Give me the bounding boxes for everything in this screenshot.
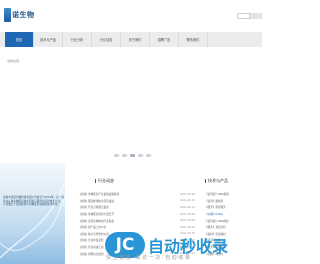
news-section-title: 行业动态 — [95, 178, 114, 184]
banner — [0, 99, 262, 161]
search-button[interactable] — [250, 13, 262, 19]
list-item[interactable]: [新闻] 生物医药产业最新政策解读 2021-06-18 — [80, 191, 195, 198]
breadcrumb: 当前位置： — [7, 59, 23, 63]
list-item[interactable]: [新闻] 行业分析报告发布 2021-06-12 — [80, 204, 195, 211]
nav-item-about[interactable]: 关于我们 — [121, 32, 150, 47]
slider-dot-active[interactable] — [130, 154, 135, 157]
list-item[interactable]: [新闻] 诺瑞生物参加行业展会 2021-06-06 — [80, 217, 195, 224]
products-section-title: 技术与产品 — [205, 178, 228, 184]
list-item[interactable]: 【试剂盒】DNA提取 — [205, 191, 262, 198]
title-bar-icon — [95, 178, 96, 183]
nav-item-jobs[interactable]: 招聘广告 — [150, 32, 179, 47]
site-logo[interactable]: 诺生物 — [4, 8, 35, 22]
slider-dot[interactable] — [146, 154, 151, 157]
logo-mark — [4, 8, 11, 22]
main-nav: 首页 技术与产品 行业分析 行业动态 关于我们 招聘广告 联系我们 — [0, 32, 262, 47]
watermark-subtext: 快 上 链 接 · 来 访 一 次 · 自 动 收 录 — [106, 255, 190, 261]
company-intro-text: 深圳市诺瑞生物科技有限公司成立于2013年，是一家专业从事生物医药技术研发与服务… — [3, 196, 65, 207]
list-item[interactable]: 【试剂】酶制剂 — [205, 198, 262, 205]
nav-item-industry-analysis[interactable]: 行业分析 — [63, 32, 92, 47]
dna-helix-illustration — [0, 182, 65, 259]
search-input[interactable] — [237, 13, 250, 19]
list-item[interactable]: [新闻] 新产品上市公告 2021-06-03 — [80, 224, 195, 231]
list-item[interactable]: 【试剂盒】RNA纯化 — [205, 217, 262, 224]
brand-name: 诺生物 — [12, 11, 35, 19]
list-item[interactable]: [新闻] 基因检测技术研究进展 2021-06-15 — [80, 198, 195, 205]
slider-dot[interactable] — [114, 154, 119, 157]
title-bar-icon — [205, 178, 206, 183]
list-item[interactable]: 【服务】基因分析 — [205, 224, 262, 231]
slider-dot[interactable] — [122, 154, 127, 157]
slider-dots — [114, 154, 151, 157]
list-item[interactable]: 【仪器】PCR仪 — [205, 211, 262, 218]
list-item[interactable]: 【服务】测序服务 — [205, 204, 262, 211]
company-intro-image: 深圳市诺瑞生物科技有限公司成立于2013年，是一家专业从事生物医药技术研发与服务… — [0, 163, 65, 264]
nav-item-industry-news[interactable]: 行业动态 — [92, 32, 121, 47]
nav-item-contact[interactable]: 联系我们 — [179, 32, 208, 47]
nav-item-tech-products[interactable]: 技术与产品 — [34, 32, 63, 47]
list-item[interactable]: [新闻] 生物医药创新大会召开 2021-06-09 — [80, 211, 195, 218]
nav-item-home[interactable]: 首页 — [5, 32, 34, 47]
slider-dot[interactable] — [138, 154, 143, 157]
